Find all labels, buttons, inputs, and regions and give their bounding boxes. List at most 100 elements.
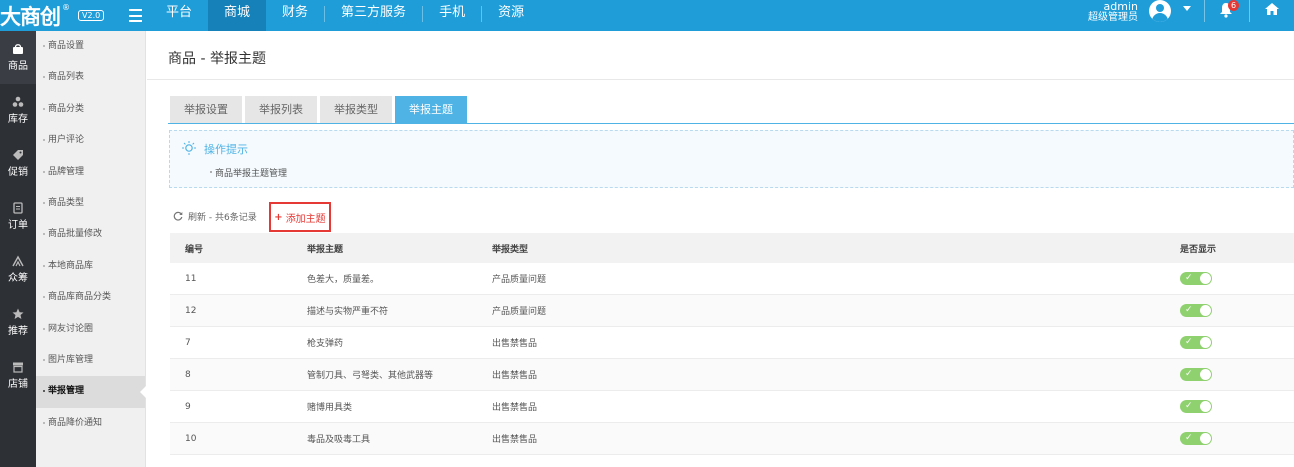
submenu-label: 商品分类 (48, 103, 85, 114)
module-sidebar: 商品 库存 促销 订单 众筹 推荐 店铺 (0, 31, 36, 467)
logo-registered-mark: ® (62, 3, 70, 12)
cell-type: 产品质量问题 (492, 275, 547, 285)
top-nav: 平台 商城 财务 第三方服务 手机 资源 (150, 0, 540, 31)
tab-report-type[interactable]: 举报类型 (320, 96, 392, 123)
show-toggle[interactable]: ✓ (1180, 432, 1212, 445)
module-crowdfunding[interactable]: 众筹 (0, 243, 36, 296)
cell-theme: 管制刀具、弓弩类、其他武器等 (307, 371, 434, 381)
menu-toggle-icon[interactable] (129, 9, 142, 22)
divider (147, 79, 1294, 80)
table-row: 12 描述与实物严重不符 产品质量问题 ✓ (170, 295, 1294, 327)
show-toggle[interactable]: ✓ (1180, 304, 1212, 317)
cell-type: 产品质量问题 (492, 307, 547, 317)
refresh-icon[interactable] (173, 211, 183, 221)
show-toggle[interactable]: ✓ (1180, 368, 1212, 381)
logo-text: 大商创 (0, 4, 61, 29)
home-icon[interactable] (1264, 2, 1280, 19)
col-id: 编号 (185, 244, 204, 255)
col-type: 举报类型 (492, 244, 529, 255)
nav-platform[interactable]: 平台 (150, 0, 208, 31)
submenu-item[interactable]: 商品分类 (36, 94, 145, 125)
table-row: 10 毒品及吸毒工具 出售禁售品 ✓ (170, 423, 1294, 455)
submenu-label: 商品列表 (48, 72, 85, 83)
logo[interactable]: 大商创 ® V2.0 (0, 0, 105, 31)
cell-id: 11 (185, 273, 197, 284)
show-toggle[interactable]: ✓ (1180, 272, 1212, 285)
plus-icon: + (274, 211, 283, 223)
module-shop[interactable]: 店铺 (0, 349, 36, 402)
submenu-item[interactable]: 商品降价通知 (36, 408, 145, 439)
tab-report-theme[interactable]: 举报主题 (395, 96, 467, 123)
submenu-item-report[interactable]: 举报管理 (36, 376, 146, 408)
submenu-item[interactable]: 商品库商品分类 (36, 282, 145, 313)
submenu-label: 网友讨论圈 (48, 323, 94, 334)
submenu-label: 商品库商品分类 (48, 292, 112, 303)
crowdfund-icon (12, 255, 24, 267)
submenu-item[interactable]: 商品设置 (36, 31, 145, 62)
module-promotion[interactable]: 促销 (0, 137, 36, 190)
module-label: 店铺 (8, 379, 28, 390)
cell-type: 出售禁售品 (492, 371, 538, 381)
main-content: 商品 - 举报主题 举报设置 举报列表 举报类型 举报主题 操作提示 商品举报主… (147, 31, 1294, 467)
cell-id: 10 (185, 433, 197, 444)
module-label: 众筹 (8, 273, 28, 284)
record-count[interactable]: 刷新 - 共6条记录 (188, 210, 257, 223)
col-theme: 举报主题 (307, 244, 344, 255)
tab-bar: 举报设置 举报列表 举报类型 举报主题 (170, 96, 470, 123)
show-toggle[interactable]: ✓ (1180, 400, 1212, 413)
submenu-item[interactable]: 网友讨论圈 (36, 314, 145, 345)
header-divider (1249, 0, 1250, 22)
submenu-label: 用户评论 (48, 135, 85, 146)
submenu-item[interactable]: 品牌管理 (36, 157, 145, 188)
bag-icon (13, 44, 23, 54)
table-row: 8 管制刀具、弓弩类、其他武器等 出售禁售品 ✓ (170, 359, 1294, 391)
nav-resources[interactable]: 资源 (482, 0, 540, 31)
submenu: 商品设置 商品列表 商品分类 用户评论 品牌管理 商品类型 商品批量修改 本地商… (36, 31, 146, 467)
user-info[interactable]: admin 超级管理员 (1088, 0, 1138, 24)
module-recommend[interactable]: 推荐 (0, 296, 36, 349)
cell-id: 12 (185, 305, 197, 316)
nav-third-party[interactable]: 第三方服务 (325, 0, 422, 31)
module-label: 库存 (8, 114, 28, 125)
top-bar: 大商创 ® V2.0 平台 商城 财务 第三方服务 手机 资源 admin 超级… (0, 0, 1294, 31)
submenu-item[interactable]: 用户评论 (36, 125, 145, 156)
tab-report-settings[interactable]: 举报设置 (170, 96, 242, 123)
tip-item: 商品举报主题管理 (209, 166, 287, 179)
page-title: 商品 - 举报主题 (168, 51, 266, 67)
user-name: admin (1103, 0, 1138, 13)
chevron-down-icon[interactable] (1183, 6, 1191, 11)
cell-type: 出售禁售品 (492, 339, 538, 349)
tag-icon (13, 150, 23, 160)
stock-icon (12, 96, 24, 107)
tab-report-list[interactable]: 举报列表 (245, 96, 317, 123)
module-goods[interactable]: 商品 (0, 31, 36, 84)
submenu-item[interactable]: 商品类型 (36, 188, 145, 219)
show-toggle[interactable]: ✓ (1180, 336, 1212, 349)
submenu-label: 商品降价通知 (48, 417, 103, 428)
cell-theme: 描述与实物严重不符 (307, 307, 389, 317)
toolbar: 刷新 - 共6条记录 (173, 206, 257, 226)
submenu-label: 商品批量修改 (48, 229, 103, 240)
module-order[interactable]: 订单 (0, 190, 36, 243)
table-header: 编号 举报主题 举报类型 是否显示 (170, 233, 1294, 263)
lightbulb-icon (182, 141, 196, 155)
table-row: 9 赌博用具类 出售禁售品 ✓ (170, 391, 1294, 423)
nav-mobile[interactable]: 手机 (423, 0, 481, 31)
cell-theme: 枪支弹药 (307, 339, 344, 349)
module-stock[interactable]: 库存 (0, 84, 36, 137)
submenu-item[interactable]: 图片库管理 (36, 345, 145, 376)
tip-title: 操作提示 (204, 143, 248, 156)
submenu-item[interactable]: 商品批量修改 (36, 219, 145, 250)
submenu-item[interactable]: 商品列表 (36, 62, 145, 93)
add-theme-button[interactable]: + 添加主题 (269, 202, 331, 232)
version-badge: V2.0 (78, 10, 105, 21)
submenu-item[interactable]: 本地商品库 (36, 251, 145, 282)
theme-table: 编号 举报主题 举报类型 是否显示 11 色差大，质量差。 产品质量问题 ✓ 1… (170, 233, 1294, 455)
cell-type: 出售禁售品 (492, 403, 538, 413)
nav-finance[interactable]: 财务 (266, 0, 324, 31)
order-icon (13, 202, 23, 214)
nav-mall[interactable]: 商城 (208, 0, 267, 31)
avatar[interactable] (1149, 0, 1171, 22)
module-label: 推荐 (8, 326, 28, 337)
submenu-label: 商品设置 (48, 41, 85, 51)
